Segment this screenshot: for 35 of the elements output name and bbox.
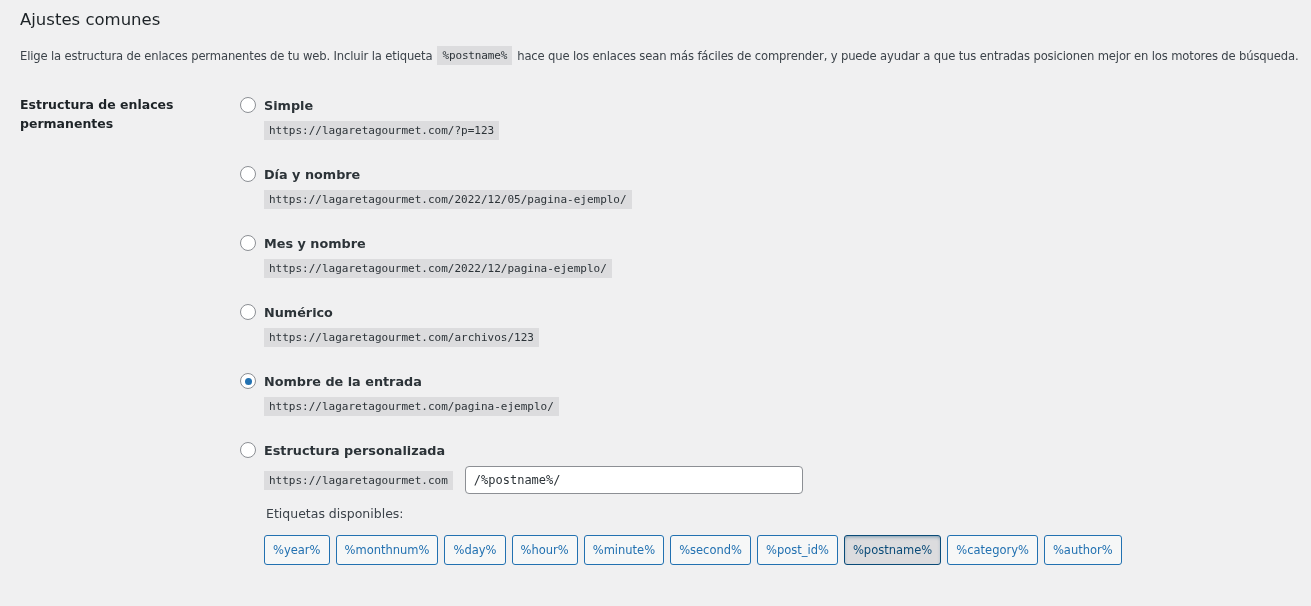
tag-button[interactable]: %monthnum% (335, 535, 439, 565)
option-label[interactable]: Nombre de la entrada (264, 373, 422, 389)
field-label: Estructura de enlaces permanentes (20, 96, 175, 133)
option-label[interactable]: Día y nombre (264, 166, 361, 182)
option-label[interactable]: Estructura personalizada (264, 442, 446, 458)
intro-text: hace que los enlaces sean más fáciles de comprender, y puede ayudar a que tus entradas posicionen mejor en los motores de búsqueda. (517, 48, 1299, 63)
tag-button[interactable]: %hour% (511, 535, 578, 565)
url-example: https://lagaretagourmet.com/?p=123 (264, 121, 500, 140)
option-label[interactable]: Numérico (264, 304, 333, 320)
tag-button[interactable]: %year% (264, 535, 330, 565)
tags-label: Etiquetas disponibles: (266, 506, 405, 521)
url-example: https://lagaretagourmet.com/2022/12/05/pagina-ejemplo/ (264, 190, 632, 209)
radio-button[interactable] (240, 442, 256, 458)
custom-structure-field[interactable]: /%postname%/ (464, 466, 803, 494)
radio-button[interactable] (240, 304, 256, 320)
tag-button[interactable]: %second% (670, 535, 751, 565)
radio-button[interactable] (240, 166, 256, 182)
radio-button[interactable] (240, 97, 256, 113)
tag-button[interactable]: %post_id% (757, 535, 838, 565)
tag-code: %postname% (437, 46, 513, 65)
tag-button[interactable]: %minute% (583, 535, 665, 565)
url-example: https://lagaretagourmet.com/archivos/123 (264, 328, 539, 347)
url-prefix: https://lagaretagourmet.com (264, 470, 453, 490)
url-example: https://lagaretagourmet.com/2022/12/pagina-ejemplo/ (264, 259, 612, 278)
tag-button[interactable]: %day% (444, 535, 506, 565)
option-label[interactable]: Simple (264, 97, 314, 113)
intro-text: Elige la estructura de enlaces permanentes de tu web. Incluir la etiqueta (20, 48, 433, 63)
section-heading: Ajustes comunes (20, 9, 162, 31)
url-example: https://lagaretagourmet.com/pagina-ejemplo/ (264, 397, 559, 416)
tag-button[interactable]: %postname% (843, 535, 942, 565)
option-label[interactable]: Mes y nombre (264, 235, 366, 251)
tag-button[interactable]: %category% (947, 535, 1038, 565)
radio-button[interactable] (240, 373, 256, 389)
radio-button[interactable] (240, 235, 256, 251)
tag-button[interactable]: %author% (1043, 535, 1122, 565)
